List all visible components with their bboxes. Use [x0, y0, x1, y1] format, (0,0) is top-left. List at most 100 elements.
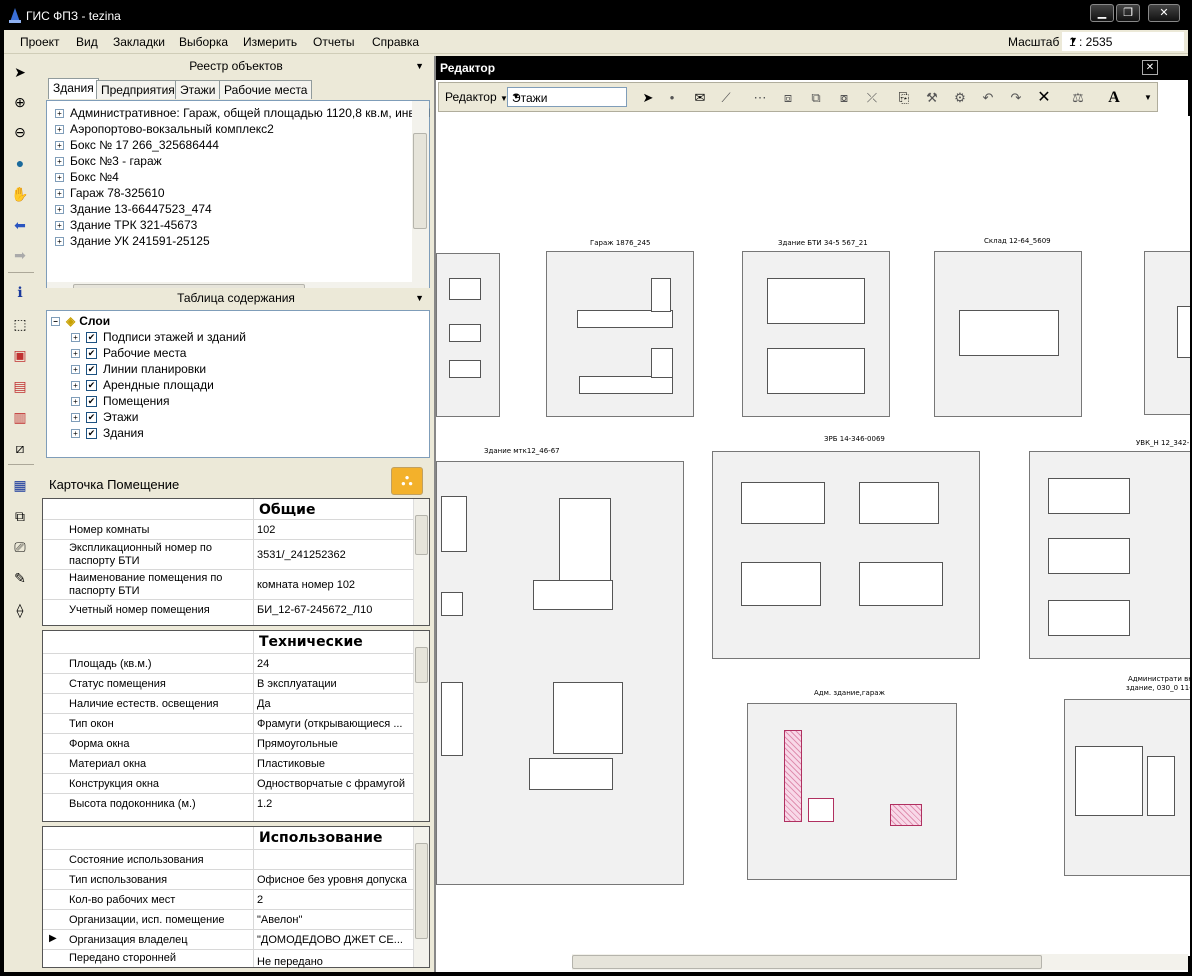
- undo-icon[interactable]: ↶: [979, 89, 997, 107]
- property-value[interactable]: 24: [257, 658, 411, 670]
- list-item[interactable]: + Здание УК 241591-25125: [55, 233, 210, 249]
- table-row[interactable]: Тип использования Офисное без уровня допу…: [43, 869, 413, 889]
- chevron-down-icon[interactable]: ▼: [415, 288, 424, 308]
- floor-sheet[interactable]: [747, 703, 957, 880]
- property-value[interactable]: 2: [257, 894, 411, 906]
- target-layer-select[interactable]: Этажи ▼: [507, 87, 627, 107]
- layer-checkbox[interactable]: ✔: [86, 428, 97, 440]
- expand-icon[interactable]: +: [71, 333, 80, 343]
- vertex-icon[interactable]: ⋯: [751, 89, 769, 107]
- list-item[interactable]: + Гараж 78-325610: [55, 185, 165, 201]
- pointer-icon[interactable]: ➤: [10, 62, 30, 82]
- table-row[interactable]: Тип окон Фрамуги (открывающиеся ...: [43, 713, 413, 733]
- property-value[interactable]: Одностворчатые с фрамугой: [257, 778, 411, 790]
- table-row[interactable]: Конструкция окна Одностворчатые с фрамуго…: [43, 773, 413, 793]
- collapse-icon[interactable]: −: [51, 317, 60, 327]
- floor-sheet[interactable]: [1064, 699, 1190, 876]
- topology-icon[interactable]: ⚙: [951, 89, 969, 107]
- property-value[interactable]: "ДОМОДЕДОВО ДЖЕТ СЕ...: [257, 934, 411, 946]
- table-row[interactable]: ▶ Организация владелец "ДОМОДЕДОВО ДЖЕТ СЕ…: [43, 929, 413, 949]
- property-value[interactable]: Пластиковые: [257, 758, 411, 770]
- table-icon[interactable]: ▦: [10, 475, 30, 495]
- selected-room-highlight[interactable]: [890, 804, 922, 826]
- expand-icon[interactable]: +: [71, 365, 80, 375]
- redo-icon[interactable]: ↷: [1007, 89, 1025, 107]
- globe-icon[interactable]: ●: [10, 153, 30, 173]
- expand-icon[interactable]: +: [55, 173, 64, 183]
- list-item[interactable]: + Здание ТРК 321-45673: [55, 217, 197, 233]
- expand-icon[interactable]: +: [71, 397, 80, 407]
- edit-tool-icon[interactable]: ✎: [10, 568, 30, 588]
- list-item[interactable]: + Административное: Гараж, общей площадью…: [55, 105, 430, 121]
- list-item[interactable]: + Здание 13-66447523_474: [55, 201, 212, 217]
- table-row[interactable]: Статус помещения В эксплуатации: [43, 673, 413, 693]
- expand-icon[interactable]: +: [55, 189, 64, 199]
- scale-select[interactable]: 1 : 2535 ▼: [1062, 32, 1184, 51]
- menu-measure[interactable]: Измерить: [243, 35, 297, 49]
- info-icon[interactable]: ℹ: [10, 282, 30, 302]
- property-value[interactable]: 1.2: [257, 798, 411, 810]
- tab-buildings[interactable]: Здания: [48, 78, 99, 99]
- layer-checkbox[interactable]: ✔: [86, 412, 97, 424]
- tab-floors[interactable]: Этажи: [175, 80, 221, 99]
- menu-help[interactable]: Справка: [372, 35, 419, 49]
- expand-icon[interactable]: +: [55, 157, 64, 167]
- select-polygon-icon[interactable]: ▥: [10, 407, 30, 427]
- floor-sheet[interactable]: [436, 461, 684, 885]
- scroll-thumb[interactable]: [413, 133, 427, 229]
- select-area-icon[interactable]: ▣: [10, 345, 30, 365]
- property-value[interactable]: Не передано: [257, 956, 411, 968]
- table-row[interactable]: Передано сторонней Не передано: [43, 949, 413, 969]
- tab-workplaces[interactable]: Рабочие места: [219, 80, 313, 99]
- compass-icon[interactable]: ⟠: [10, 600, 30, 620]
- merge-icon[interactable]: ⧇: [835, 89, 853, 107]
- grid-scrollbar[interactable]: [413, 631, 429, 821]
- property-value[interactable]: 102: [257, 524, 411, 536]
- editor-menu-button[interactable]: Редактор ▼: [445, 90, 508, 104]
- scroll-thumb[interactable]: [415, 647, 428, 683]
- expand-icon[interactable]: +: [71, 429, 80, 439]
- chevron-down-icon[interactable]: ▼: [415, 56, 424, 76]
- split-icon[interactable]: ⧈: [779, 89, 797, 107]
- floor-sheet[interactable]: [934, 251, 1082, 417]
- list-item[interactable]: + Бокс №4: [55, 169, 119, 185]
- property-value[interactable]: В эксплуатации: [257, 678, 411, 690]
- grid-scrollbar[interactable]: [413, 499, 429, 625]
- text-tool-icon[interactable]: A: [1105, 89, 1123, 107]
- list-item[interactable]: + Бокс № 17 266_325686444: [55, 137, 219, 153]
- layer-item[interactable]: + ✔ Помещения: [71, 393, 169, 409]
- layer-item[interactable]: + ✔ Подписи этажей и зданий: [71, 329, 246, 345]
- floor-sheet[interactable]: [1144, 251, 1190, 415]
- cut-icon[interactable]: ⤫: [863, 89, 881, 107]
- measure-icon[interactable]: ⎚: [10, 537, 30, 557]
- table-row[interactable]: Организации, исп. помещение "Авелон": [43, 909, 413, 929]
- layer-item[interactable]: + ✔ Этажи: [71, 409, 138, 425]
- envelope-icon[interactable]: ✉: [691, 89, 709, 107]
- property-value[interactable]: "Авелон": [257, 914, 411, 926]
- delete-icon[interactable]: ✕: [1035, 89, 1053, 107]
- close-button[interactable]: ✕: [1148, 4, 1180, 22]
- table-row[interactable]: Наличие естеств. освещения Да: [43, 693, 413, 713]
- minimize-button[interactable]: ▁: [1090, 4, 1114, 22]
- table-row[interactable]: Экспликационный номер по паспорту БТИ 353…: [43, 539, 413, 569]
- sketch-point-icon[interactable]: •: [663, 89, 681, 107]
- table-row[interactable]: Форма окна Прямоугольные: [43, 733, 413, 753]
- menu-bookmarks[interactable]: Закладки: [113, 35, 165, 49]
- expand-icon[interactable]: +: [55, 205, 64, 215]
- layer-root[interactable]: − ◈ Слои: [51, 313, 110, 329]
- table-row[interactable]: Номер комнаты 102: [43, 519, 413, 539]
- card-action-icon[interactable]: ⛬: [391, 467, 423, 495]
- attribute-icon[interactable]: ⚒: [923, 89, 941, 107]
- toc-panel-header[interactable]: Таблица содержания ▼: [42, 288, 430, 308]
- properties-icon[interactable]: ⚖: [1069, 89, 1087, 107]
- property-value[interactable]: БИ_12-67-245672_Л10: [257, 604, 411, 616]
- layer-checkbox[interactable]: ✔: [86, 396, 97, 408]
- list-item[interactable]: + Аэропортово-вокзальный комплекс2: [55, 121, 274, 137]
- copy-icon[interactable]: ⎘: [895, 89, 913, 107]
- grid-scrollbar[interactable]: [413, 827, 429, 967]
- layer-item[interactable]: + ✔ Рабочие места: [71, 345, 186, 361]
- layer-item[interactable]: + ✔ Арендные площади: [71, 377, 214, 393]
- property-value[interactable]: Офисное без уровня допуска: [257, 874, 411, 886]
- floor-sheet[interactable]: [1029, 451, 1190, 659]
- registry-vertical-scrollbar[interactable]: [412, 101, 429, 283]
